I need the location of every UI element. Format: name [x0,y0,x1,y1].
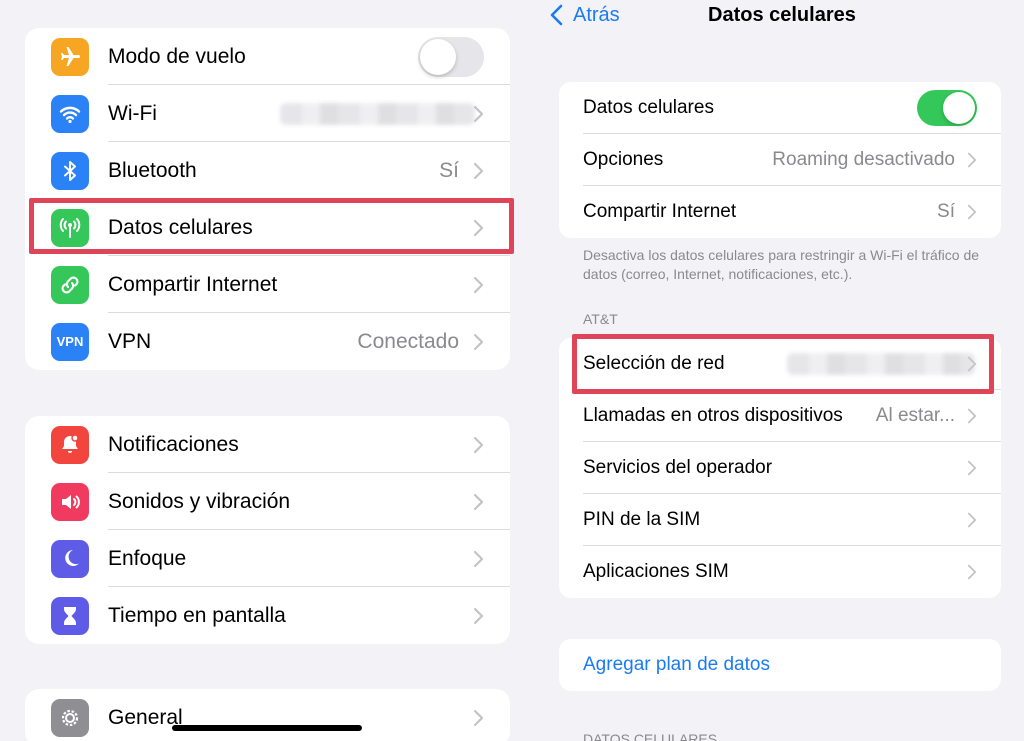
row-value: Al estar... [875,405,955,426]
hourglass-icon [51,596,89,635]
notifications-group: Notificaciones Sonidos y vibración Enfoq… [25,416,510,644]
row-value: Sí [439,158,459,182]
settings-screen: Modo de vuelo Wi-Fi Bluetooth Sí Datos c… [0,0,1024,741]
row-label: Enfoque [108,546,187,570]
row-label: Tiempo en pantalla [108,603,286,627]
blurred-network-name [280,102,475,125]
row-label: Bluetooth [108,158,197,182]
cellular-data-row[interactable]: Datos celulares [559,82,1001,134]
network-selection-row[interactable]: Selección de red [559,338,1001,390]
cellular-data-section-header: DATOS CELULARES [583,731,718,741]
link-icon [51,265,89,304]
options-row[interactable]: Opciones Roaming desactivado [559,134,1001,186]
row-label: PIN de la SIM [583,509,701,530]
bluetooth-icon [51,151,89,190]
airplane-mode-toggle[interactable] [418,36,484,77]
back-button[interactable]: Atrás [550,2,620,28]
wifi-icon [51,94,89,133]
row-label: VPN [108,329,152,353]
carrier-services-row[interactable]: Servicios del operador [559,442,1001,494]
gear-icon [51,698,89,737]
cellular-settings-group: Datos celulares Opciones Roaming desacti… [559,82,1001,238]
settings-row-notifications[interactable]: Notificaciones [25,416,510,473]
chevron-right-icon [473,436,484,453]
home-indicator [172,725,362,731]
row-label: Modo de vuelo [108,44,246,68]
chevron-right-icon [473,709,484,726]
row-label: Llamadas en otros dispositivos [583,405,843,426]
chevron-right-icon [967,152,977,168]
antenna-icon [51,208,89,247]
row-label: Datos celulares [583,97,714,118]
settings-row-bluetooth[interactable]: Bluetooth Sí [25,142,510,199]
chevron-right-icon [967,408,977,424]
row-label: Notificaciones [108,432,239,456]
chevron-right-icon [967,204,977,220]
cellular-data-footnote: Desactiva los datos celulares para restr… [583,247,980,282]
chevron-right-icon [473,219,484,236]
cellular-data-toggle[interactable] [917,90,977,126]
chevron-right-icon [967,460,977,476]
row-label: Aplicaciones SIM [583,561,729,582]
row-label: Servicios del operador [583,457,773,478]
chevron-right-icon [967,564,977,580]
chevron-right-icon [473,276,484,293]
add-plan-group: Agregar plan de datos [559,639,1001,691]
carrier-section-header: AT&T [583,311,618,327]
chevron-right-icon [473,162,484,179]
row-value: Conectado [357,329,459,353]
settings-row-cellular-data[interactable]: Datos celulares [25,199,510,256]
row-label: Datos celulares [108,215,253,239]
chevron-right-icon [967,356,977,372]
row-label: Compartir Internet [583,201,737,222]
speaker-icon [51,482,89,521]
personal-hotspot-row[interactable]: Compartir Internet Sí [559,186,1001,238]
chevron-right-icon [473,550,484,567]
add-data-plan-row[interactable]: Agregar plan de datos [559,639,1001,691]
settings-sidebar: Modo de vuelo Wi-Fi Bluetooth Sí Datos c… [0,0,540,741]
row-label: Opciones [583,149,664,170]
connectivity-group: Modo de vuelo Wi-Fi Bluetooth Sí Datos c… [25,28,510,370]
settings-row-general[interactable]: General [25,689,510,741]
settings-row-personal-hotspot[interactable]: Compartir Internet [25,256,510,313]
chevron-right-icon [473,607,484,624]
settings-row-airplane-mode[interactable]: Modo de vuelo [25,28,510,85]
general-group: General [25,689,510,741]
cellular-detail-pane: Atrás Datos celulares Datos celulares Op… [540,0,1024,741]
row-value: Sí [937,201,955,222]
sim-pin-row[interactable]: PIN de la SIM [559,494,1001,546]
row-label: Wi-Fi [108,101,157,125]
airplane-icon [51,37,89,76]
page-title: Datos celulares [708,4,856,26]
settings-row-focus[interactable]: Enfoque [25,530,510,587]
chevron-right-icon [473,105,484,122]
chevron-right-icon [967,512,977,528]
bell-icon [51,425,89,464]
add-data-plan-link[interactable]: Agregar plan de datos [583,654,770,676]
chevron-right-icon [473,333,484,350]
row-label: Compartir Internet [108,272,278,296]
chevron-right-icon [473,493,484,510]
blurred-network-value [787,353,975,375]
settings-row-screen-time[interactable]: Tiempo en pantalla [25,587,510,644]
row-value: Roaming desactivado [772,149,955,170]
vpn-icon: VPN [51,322,89,361]
carrier-group: Selección de red Llamadas en otros dispo… [559,338,1001,598]
calls-other-devices-row[interactable]: Llamadas en otros dispositivos Al estar.… [559,390,1001,442]
row-label: Sonidos y vibración [108,489,291,513]
settings-row-vpn[interactable]: VPN VPN Conectado [25,313,510,370]
settings-row-sounds[interactable]: Sonidos y vibración [25,473,510,530]
sim-applications-row[interactable]: Aplicaciones SIM [559,546,1001,598]
back-label: Atrás [573,3,620,26]
chevron-left-icon [550,4,563,26]
moon-icon [51,539,89,578]
row-label: Selección de red [583,353,725,374]
settings-row-wifi[interactable]: Wi-Fi [25,85,510,142]
